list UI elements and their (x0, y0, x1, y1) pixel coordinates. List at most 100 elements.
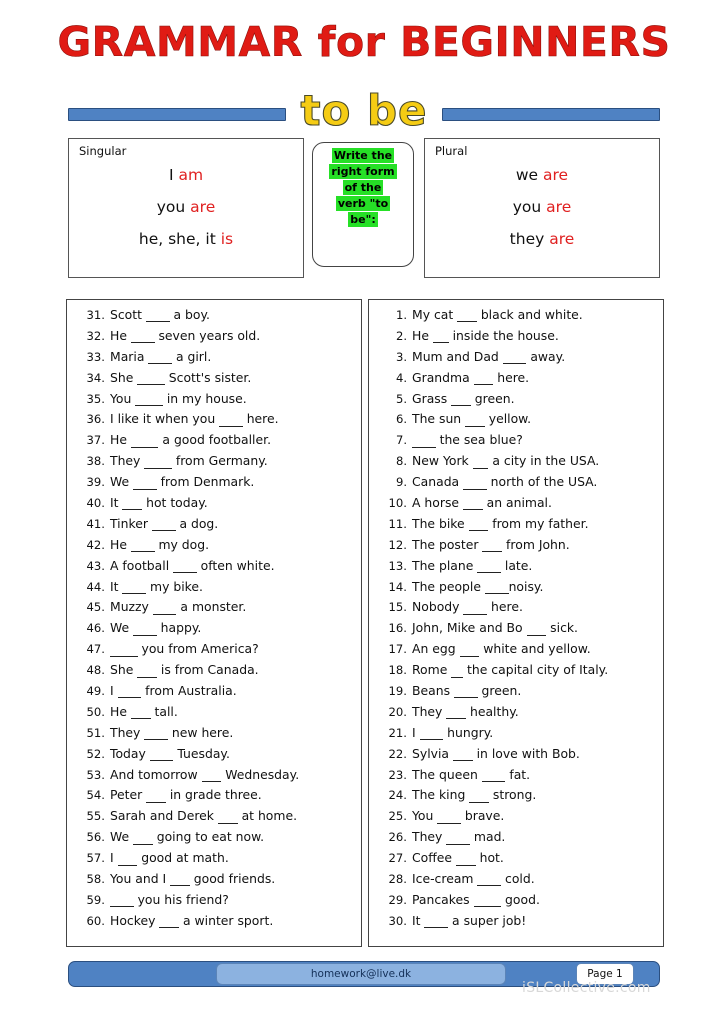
answer-blank[interactable] (462, 497, 483, 511)
exercise-number: 52. (86, 746, 105, 761)
answer-blank[interactable] (446, 706, 467, 720)
answer-blank[interactable] (453, 685, 478, 699)
pronoun: he, she, it (138, 229, 216, 248)
exercise-item: 60. Hockey a winter sport. (73, 912, 355, 936)
answer-blank[interactable] (133, 476, 157, 490)
answer-blank[interactable] (459, 643, 480, 657)
exercise-sentence: John, Mike and Bo sick. (412, 622, 578, 636)
answer-blank[interactable] (149, 748, 174, 762)
answer-blank[interactable] (151, 518, 176, 532)
answer-blank[interactable] (477, 560, 501, 574)
answer-blank[interactable] (117, 852, 138, 866)
answer-blank[interactable] (451, 664, 464, 678)
answer-blank[interactable] (137, 664, 157, 678)
answer-blank[interactable] (117, 685, 142, 699)
sentence-before-blank: He (110, 703, 131, 719)
answer-blank[interactable] (463, 476, 487, 490)
sentence-after-blank: brave. (460, 808, 505, 824)
sentence-after-blank: good at math. (137, 850, 229, 866)
answer-blank[interactable] (468, 518, 489, 532)
answer-blank[interactable] (122, 581, 147, 594)
answer-blank[interactable] (437, 810, 461, 824)
answer-blank[interactable] (217, 810, 238, 824)
answer-blank[interactable] (481, 769, 506, 782)
answer-blank[interactable] (465, 413, 485, 427)
answer-blank[interactable] (135, 393, 163, 406)
answer-blank[interactable] (145, 309, 170, 323)
answer-blank[interactable] (130, 434, 159, 448)
sentence-before-blank: A football (110, 557, 174, 573)
answer-blank[interactable] (130, 539, 155, 553)
answer-blank[interactable] (130, 706, 151, 720)
answer-blank[interactable] (146, 789, 166, 803)
exercise-number: 5. (395, 391, 407, 406)
answer-blank[interactable] (463, 601, 488, 615)
answer-blank[interactable] (419, 727, 444, 741)
exercise-item: 21. I hungry. (375, 726, 657, 748)
answer-blank[interactable] (133, 831, 153, 845)
answer-blank[interactable] (502, 351, 527, 365)
answer-blank[interactable] (473, 894, 502, 908)
answer-blank[interactable] (526, 622, 547, 636)
answer-blank[interactable] (159, 915, 180, 929)
exercise-sentence: They new here. (110, 726, 233, 741)
sentence-after-blank: here. (493, 369, 530, 385)
sentence-after-blank: from Germany. (171, 453, 268, 469)
answer-blank[interactable] (137, 372, 165, 386)
answer-blank[interactable] (457, 309, 477, 323)
plural-box: Plural we are you are they are (424, 138, 660, 278)
answer-blank[interactable] (484, 581, 509, 594)
answer-blank[interactable] (432, 330, 449, 344)
answer-blank[interactable] (148, 351, 172, 365)
sentence-after-blank: yellow. (484, 411, 532, 427)
sentence-after-blank: happy. (156, 620, 202, 636)
answer-blank[interactable] (451, 393, 471, 406)
answer-blank[interactable] (477, 873, 502, 887)
exercise-sentence: I like it when you here. (110, 413, 279, 427)
answer-blank[interactable] (455, 852, 476, 866)
exercise-item: 59. you his friend? (73, 893, 355, 915)
answer-blank[interactable] (219, 413, 243, 427)
answer-blank[interactable] (144, 455, 172, 469)
exercise-number: 48. (86, 663, 105, 678)
sentence-before-blank: The bike (412, 515, 469, 531)
sentence-after-blank: good. (501, 891, 540, 907)
exercise-number: 31. (86, 308, 105, 322)
sentence-before-blank: The people (412, 578, 485, 594)
exercise-sentence: It my bike. (110, 580, 203, 594)
answer-blank[interactable] (122, 497, 143, 511)
answer-blank[interactable] (152, 601, 177, 615)
answer-blank[interactable] (473, 372, 494, 386)
sentence-before-blank: He (412, 327, 433, 343)
page-subtitle: to be (300, 85, 428, 135)
page-title: GRAMMAR for BEGINNERS (57, 18, 671, 67)
sentence-after-blank: good friends. (189, 871, 276, 887)
answer-blank[interactable] (482, 539, 503, 553)
answer-blank[interactable] (472, 455, 489, 469)
answer-blank[interactable] (446, 831, 470, 845)
exercise-item: 41. Tinker a dog. (73, 517, 355, 539)
answer-blank[interactable] (110, 643, 138, 657)
sentence-before-blank: Ice-cream (412, 871, 478, 887)
answer-blank[interactable] (424, 915, 449, 929)
answer-blank[interactable] (144, 727, 168, 741)
exercise-item: 5. Grass green. (375, 391, 657, 414)
answer-blank[interactable] (173, 560, 197, 574)
sentence-after-blank: fat. (505, 766, 531, 782)
answer-blank[interactable] (201, 769, 222, 782)
answer-blank[interactable] (133, 622, 157, 636)
answer-blank[interactable] (452, 748, 473, 762)
answer-blank[interactable] (469, 789, 489, 803)
sentence-after-blank: a winter sport. (179, 912, 274, 928)
answer-blank[interactable] (110, 894, 134, 908)
sentence-after-blank: my dog. (154, 536, 210, 552)
sentence-before-blank: And tomorrow (110, 766, 202, 782)
answer-blank[interactable] (130, 330, 155, 344)
answer-blank[interactable] (170, 873, 190, 887)
singular-label: Singular (79, 144, 127, 158)
sentence-before-blank: The queen (412, 766, 482, 782)
sentence-after-blank: from Denmark. (156, 474, 255, 490)
exercise-number: 22. (388, 746, 407, 761)
answer-blank[interactable] (412, 434, 436, 448)
sentence-after-blank: here. (487, 599, 523, 615)
